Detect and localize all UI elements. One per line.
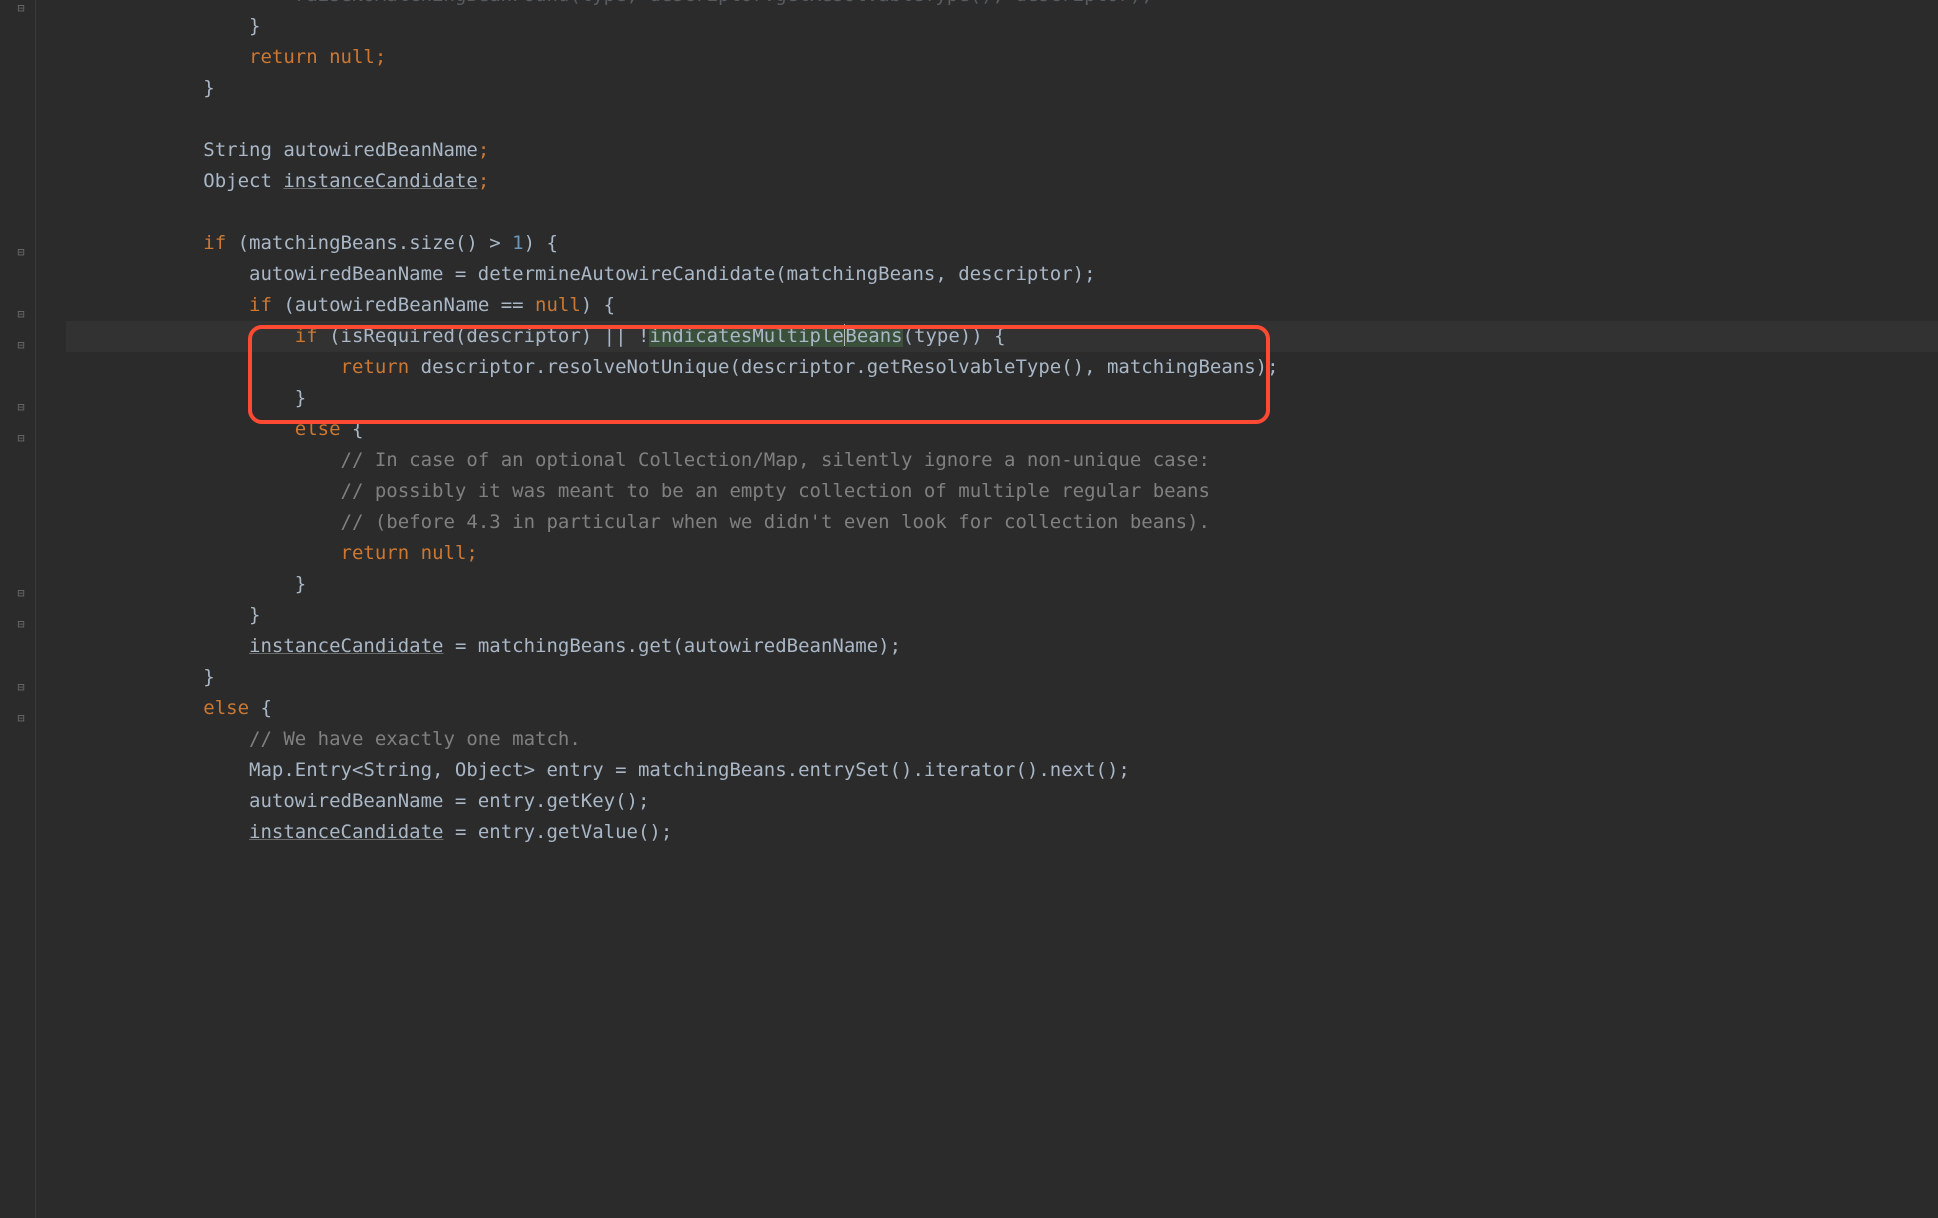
fold-icon[interactable]: ⊟ bbox=[14, 245, 28, 259]
search-match: Beans bbox=[845, 325, 902, 347]
code-line[interactable]: autowiredBeanName = determineAutowireCan… bbox=[66, 259, 1938, 290]
code-line[interactable]: raiseNoMatchingBeanFound(type, descripto… bbox=[66, 0, 1938, 11]
code-line[interactable]: // (before 4.3 in particular when we did… bbox=[66, 507, 1938, 538]
fold-icon[interactable]: ⊟ bbox=[14, 586, 28, 600]
code-line[interactable]: else { bbox=[66, 414, 1938, 445]
gutter: ⊟ ⊟ ⊟ ⊟ ⊟ ⊟ ⊟ ⊟ ⊟ ⊟ bbox=[0, 0, 36, 1218]
code-line[interactable]: } bbox=[66, 73, 1938, 104]
code-line[interactable]: else { bbox=[66, 693, 1938, 724]
code-line[interactable]: // We have exactly one match. bbox=[66, 724, 1938, 755]
fold-icon[interactable]: ⊟ bbox=[14, 307, 28, 321]
code-line[interactable]: Map.Entry<String, Object> entry = matchi… bbox=[66, 755, 1938, 786]
code-line[interactable]: return null; bbox=[66, 42, 1938, 73]
code-area[interactable]: raiseNoMatchingBeanFound(type, descripto… bbox=[36, 0, 1938, 1218]
code-line[interactable]: if (matchingBeans.size() > 1) { bbox=[66, 228, 1938, 259]
fold-icon[interactable]: ⊟ bbox=[14, 617, 28, 631]
code-line[interactable]: String autowiredBeanName; bbox=[66, 135, 1938, 166]
fold-icon[interactable]: ⊟ bbox=[14, 1, 28, 15]
code-line[interactable] bbox=[66, 104, 1938, 135]
code-line[interactable]: // In case of an optional Collection/Map… bbox=[66, 445, 1938, 476]
code-line[interactable]: instanceCandidate = entry.getValue(); bbox=[66, 817, 1938, 848]
code-line[interactable]: } bbox=[66, 383, 1938, 414]
code-line-current[interactable]: if (isRequired(descriptor) || !indicates… bbox=[66, 321, 1938, 352]
code-line[interactable]: return descriptor.resolveNotUnique(descr… bbox=[66, 352, 1938, 383]
code-line[interactable]: if (autowiredBeanName == null) { bbox=[66, 290, 1938, 321]
code-line[interactable]: autowiredBeanName = entry.getKey(); bbox=[66, 786, 1938, 817]
search-match: indicatesMultiple bbox=[649, 325, 843, 347]
code-line[interactable] bbox=[66, 197, 1938, 228]
fold-icon[interactable]: ⊟ bbox=[14, 338, 28, 352]
code-line[interactable]: return null; bbox=[66, 538, 1938, 569]
fold-icon[interactable]: ⊟ bbox=[14, 711, 28, 725]
code-line[interactable]: instanceCandidate = matchingBeans.get(au… bbox=[66, 631, 1938, 662]
fold-icon[interactable]: ⊟ bbox=[14, 431, 28, 445]
code-line[interactable]: } bbox=[66, 11, 1938, 42]
fold-icon[interactable]: ⊟ bbox=[14, 400, 28, 414]
code-editor[interactable]: ⊟ ⊟ ⊟ ⊟ ⊟ ⊟ ⊟ ⊟ ⊟ ⊟ raiseNoMatchingBeanF… bbox=[0, 0, 1938, 1218]
code-line[interactable]: // possibly it was meant to be an empty … bbox=[66, 476, 1938, 507]
code-line[interactable]: } bbox=[66, 600, 1938, 631]
code-line[interactable]: } bbox=[66, 569, 1938, 600]
code-line[interactable]: Object instanceCandidate; bbox=[66, 166, 1938, 197]
code-line[interactable]: } bbox=[66, 662, 1938, 693]
fold-icon[interactable]: ⊟ bbox=[14, 680, 28, 694]
